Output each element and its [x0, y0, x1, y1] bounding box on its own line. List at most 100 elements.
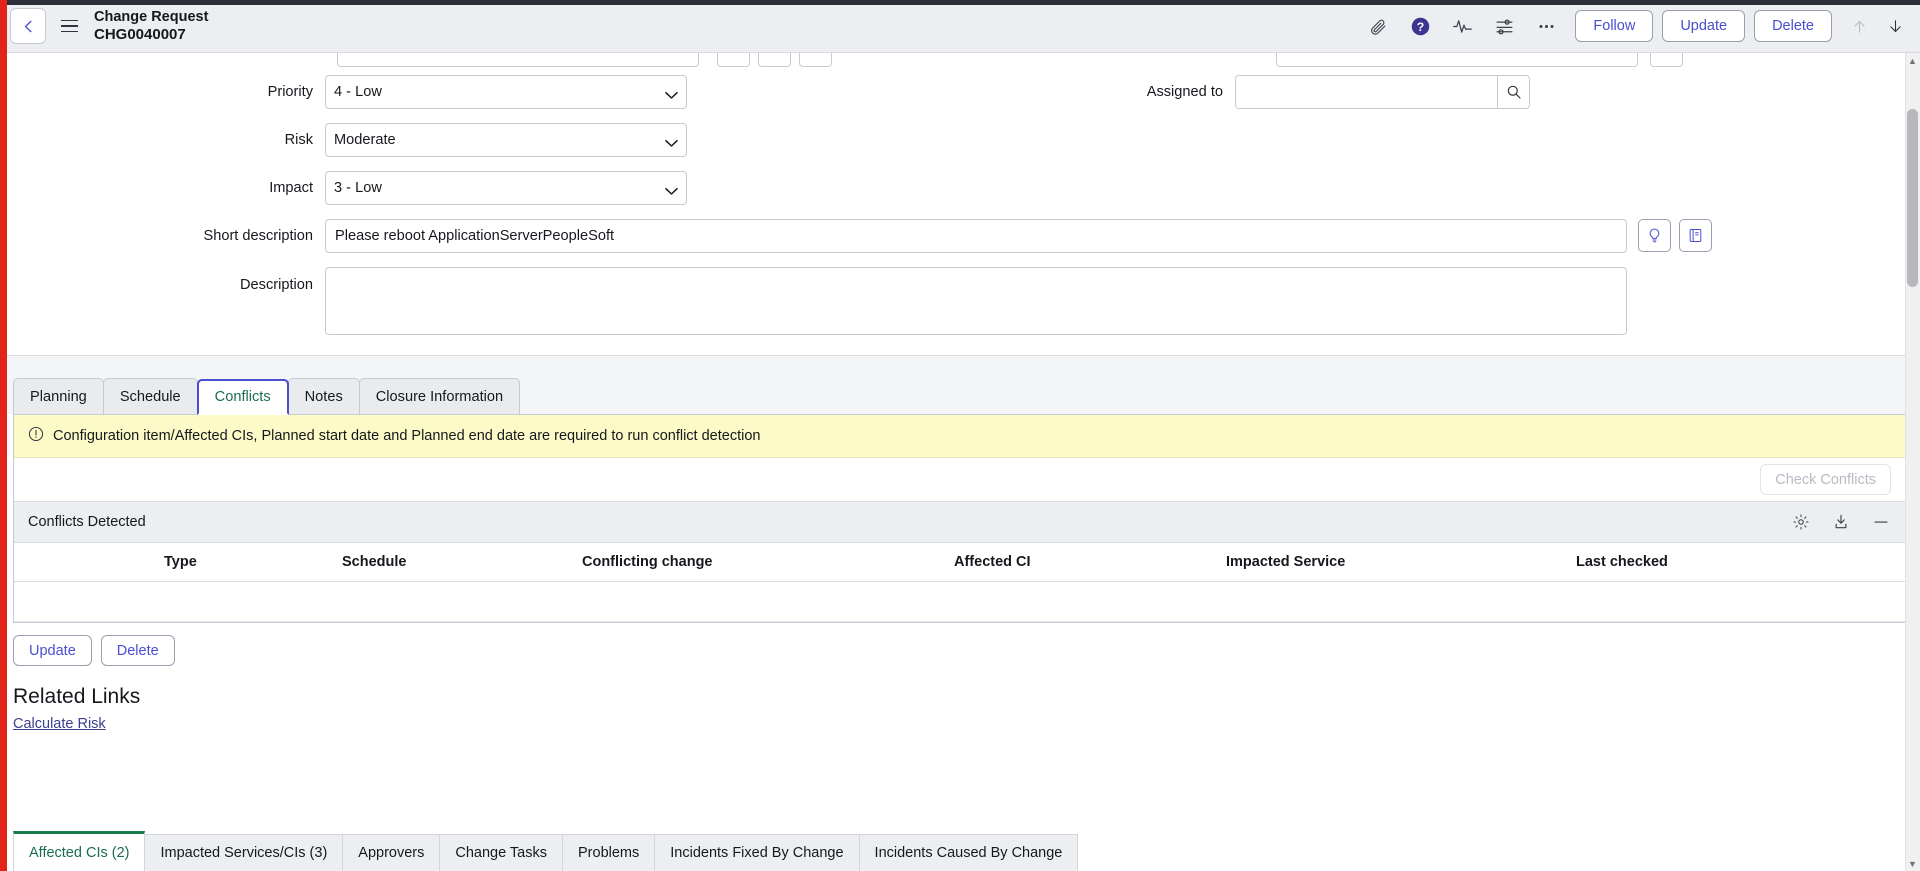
- related-tab-impacted-services[interactable]: Impacted Services/CIs (3): [144, 834, 344, 871]
- tab-closure-information[interactable]: Closure Information: [358, 378, 521, 414]
- priority-select[interactable]: 4 - Low: [325, 75, 687, 109]
- scrollbar-thumb[interactable]: [1907, 109, 1918, 287]
- empty-cell: [14, 581, 1905, 622]
- download-icon[interactable]: [1831, 512, 1851, 532]
- conflict-warning-banner: Configuration item/Affected CIs, Planned…: [14, 415, 1905, 458]
- col-conflicting-change[interactable]: Conflicting change: [582, 543, 954, 582]
- warning-circle-icon: [28, 426, 44, 446]
- clipped-field-left: [337, 53, 699, 67]
- chevron-left-icon: [24, 20, 31, 32]
- help-icon[interactable]: ?: [1407, 13, 1433, 39]
- knowledge-icon[interactable]: [1679, 219, 1712, 252]
- related-tab-incidents-caused[interactable]: Incidents Caused By Change: [858, 834, 1079, 871]
- section-tabs-row: Planning Schedule Conflicts Notes Closur…: [13, 378, 1920, 415]
- impact-field: 3 - Low: [325, 171, 687, 205]
- conflicts-table-body: [14, 581, 1905, 622]
- description-label: Description: [240, 277, 313, 293]
- tab-notes[interactable]: Notes: [287, 378, 360, 414]
- check-conflicts-button[interactable]: Check Conflicts: [1760, 464, 1891, 495]
- row-priority-assigned: Priority 4 - Low Assigned to: [0, 75, 1920, 109]
- short-description-label: Short description: [203, 228, 313, 244]
- section-divider: [0, 355, 1920, 378]
- clipped-field-row: [0, 53, 1920, 67]
- table-row-empty: [14, 581, 1905, 622]
- related-tab-affected-cis[interactable]: Affected CIs (2): [13, 831, 146, 871]
- risk-label: Risk: [284, 132, 313, 148]
- update-button[interactable]: Update: [1662, 10, 1746, 42]
- header-icon-group: ?: [1365, 13, 1559, 39]
- impact-label: Impact: [269, 180, 313, 196]
- conflicts-panel: Configuration item/Affected CIs, Planned…: [13, 414, 1906, 623]
- scroll-down-icon[interactable]: ▼: [1905, 856, 1920, 871]
- activity-icon[interactable]: [1449, 13, 1475, 39]
- more-icon[interactable]: [1533, 13, 1559, 39]
- record-header: Change Request CHG0040007 ? Follow Updat…: [0, 0, 1920, 53]
- tab-planning[interactable]: Planning: [13, 378, 104, 414]
- description-textarea[interactable]: [325, 267, 1627, 335]
- conflicts-detected-title: Conflicts Detected: [28, 514, 146, 530]
- col-impacted-service[interactable]: Impacted Service: [1226, 543, 1576, 582]
- change-request-form-page: Change Request CHG0040007 ? Follow Updat…: [0, 0, 1920, 871]
- conflicts-table-head: Type Schedule Conflicting change Affecte…: [14, 543, 1905, 582]
- record-number-label: CHG0040007: [94, 25, 186, 43]
- footer-delete-button[interactable]: Delete: [100, 635, 175, 666]
- arrow-down-icon[interactable]: [1884, 13, 1906, 39]
- clipped-icon-4: [1650, 53, 1683, 67]
- footer-update-button[interactable]: Update: [13, 635, 92, 666]
- related-tab-incidents-fixed[interactable]: Incidents Fixed By Change: [654, 834, 860, 871]
- top-strip: [0, 0, 1920, 5]
- impact-select[interactable]: 3 - Low: [325, 171, 687, 205]
- tab-schedule[interactable]: Schedule: [102, 378, 198, 414]
- priority-field: 4 - Low: [325, 75, 687, 109]
- check-conflicts-row: Check Conflicts: [14, 458, 1905, 501]
- record-navigation: [1848, 13, 1906, 39]
- row-description: Description: [0, 267, 1920, 335]
- assigned-to-input[interactable]: [1235, 75, 1497, 109]
- related-tab-change-tasks[interactable]: Change Tasks: [439, 834, 563, 871]
- col-affected-ci[interactable]: Affected CI: [954, 543, 1226, 582]
- short-description-actions: [1638, 219, 1712, 252]
- form-scroll-region: ▲ ▼ Priority 4 - Low Assigned to Risk Mo…: [0, 53, 1920, 871]
- form-section-tabs: Planning Schedule Conflicts Notes Closur…: [0, 378, 1920, 415]
- delete-button[interactable]: Delete: [1754, 10, 1832, 42]
- related-tab-approvers[interactable]: Approvers: [342, 834, 441, 871]
- assigned-to-lookup-button[interactable]: [1497, 75, 1530, 109]
- assigned-to-field: [1235, 75, 1530, 109]
- col-schedule[interactable]: Schedule: [342, 543, 582, 582]
- gear-icon[interactable]: [1791, 512, 1811, 532]
- search-icon: [1507, 85, 1521, 99]
- short-description-input[interactable]: [325, 219, 1627, 253]
- attachment-icon[interactable]: [1365, 13, 1391, 39]
- risk-select[interactable]: Moderate: [325, 123, 687, 157]
- minimize-icon[interactable]: [1871, 512, 1891, 532]
- conflict-warning-text: Configuration item/Affected CIs, Planned…: [53, 428, 761, 444]
- context-menu-button[interactable]: [54, 9, 84, 43]
- header-action-buttons: Follow Update Delete: [1575, 10, 1832, 42]
- priority-label: Priority: [267, 84, 313, 100]
- related-tab-problems[interactable]: Problems: [562, 834, 656, 871]
- conflicts-header-row: Type Schedule Conflicting change Affecte…: [14, 543, 1905, 582]
- svg-text:?: ?: [1417, 19, 1424, 33]
- arrow-up-icon[interactable]: [1848, 13, 1870, 39]
- scroll-up-icon[interactable]: ▲: [1905, 53, 1920, 68]
- calculate-risk-link[interactable]: Calculate Risk: [13, 716, 106, 732]
- follow-button[interactable]: Follow: [1575, 10, 1654, 42]
- risk-field: Moderate: [325, 123, 687, 157]
- related-links-title: Related Links: [13, 685, 141, 708]
- tab-conflicts[interactable]: Conflicts: [196, 379, 289, 415]
- clipped-icon-3: [799, 53, 832, 67]
- page-title: Change Request CHG0040007: [94, 9, 208, 43]
- col-spacer: [14, 543, 164, 582]
- record-type-label: Change Request: [94, 8, 209, 25]
- vertical-scrollbar[interactable]: ▲ ▼: [1905, 53, 1920, 871]
- related-lists-tabs: Affected CIs (2) Impacted Services/CIs (…: [0, 828, 1920, 871]
- conflicts-detected-header: Conflicts Detected: [14, 501, 1905, 543]
- clipped-icon-1: [717, 53, 750, 67]
- suggestion-icon[interactable]: [1638, 219, 1671, 252]
- col-last-checked[interactable]: Last checked: [1576, 543, 1905, 582]
- clipped-field-right: [1276, 53, 1638, 67]
- conflicts-list-actions: [1791, 512, 1891, 532]
- preferences-icon[interactable]: [1491, 13, 1517, 39]
- col-type[interactable]: Type: [164, 543, 342, 582]
- back-button[interactable]: [10, 8, 46, 44]
